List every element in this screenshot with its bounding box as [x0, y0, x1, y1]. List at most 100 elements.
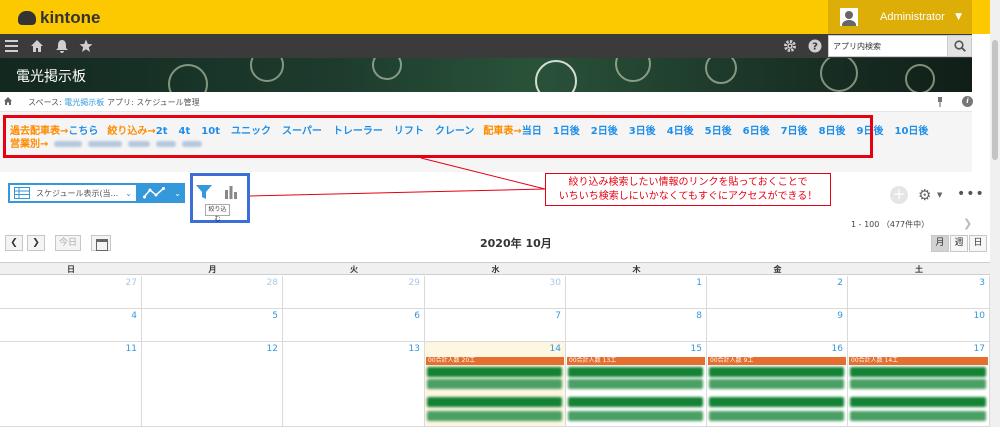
event-item[interactable] — [427, 379, 562, 389]
event-item[interactable] — [850, 397, 986, 407]
kintone-logo[interactable]: kintone — [18, 8, 100, 28]
day-view-button[interactable]: 日 — [969, 235, 987, 252]
home-icon[interactable] — [4, 97, 12, 105]
calendar-day-cell[interactable]: 10 — [848, 309, 990, 342]
calendar-day-cell[interactable]: 2 — [707, 276, 848, 309]
chart-icon[interactable] — [224, 184, 238, 200]
day-number[interactable]: 28 — [267, 278, 278, 288]
app-info-icon[interactable]: i — [962, 96, 973, 107]
day-number[interactable]: 9 — [837, 311, 843, 321]
quick-link[interactable]: 10日後 — [895, 126, 929, 137]
bell-icon[interactable] — [55, 39, 69, 53]
day-number[interactable]: 30 — [550, 278, 561, 288]
day-number[interactable]: 2 — [837, 278, 843, 288]
event-item[interactable] — [568, 379, 703, 389]
event-item[interactable] — [568, 411, 703, 421]
day-number[interactable]: 6 — [414, 311, 420, 321]
calendar-day-cell[interactable]: 1 — [566, 276, 707, 309]
star-icon[interactable] — [79, 39, 93, 53]
calendar-day-cell[interactable]: 7 — [425, 309, 566, 342]
add-record-button[interactable]: + — [890, 186, 908, 204]
event-item[interactable] — [427, 397, 562, 407]
day-number[interactable]: 27 — [126, 278, 137, 288]
gear-icon[interactable]: ⚙ — [918, 186, 931, 204]
day-number[interactable]: 1 — [696, 278, 702, 288]
menu-icon[interactable] — [5, 39, 19, 53]
calendar-day-cell[interactable]: 11 — [0, 342, 142, 427]
graph-menu-button[interactable]: ⌄ — [138, 183, 185, 203]
annotation-callout: 絞り込み検索したい情報のリンクを貼っておくことで いちいち検索しにいかなくてもす… — [545, 173, 831, 206]
day-number[interactable]: 11 — [126, 344, 137, 354]
event-summary[interactable]: 00合計人数 14工 — [849, 357, 988, 365]
month-view-button[interactable]: 月 — [931, 235, 949, 252]
day-number[interactable]: 4 — [131, 311, 137, 321]
event-item[interactable] — [850, 411, 986, 421]
event-summary[interactable]: 00合計人数 13工 — [567, 357, 705, 365]
event-summary[interactable]: 00合計人数 9工 — [708, 357, 846, 365]
day-number[interactable]: 29 — [409, 278, 420, 288]
event-summary[interactable]: 00合計人数 20工 — [426, 357, 564, 365]
weekday-label: 日 — [67, 265, 75, 274]
event-item[interactable] — [568, 367, 703, 377]
day-number[interactable]: 15 — [691, 344, 702, 354]
calendar-day-cell[interactable]: 5 — [142, 309, 283, 342]
event-item[interactable] — [568, 397, 703, 407]
event-item[interactable] — [709, 379, 844, 389]
calendar-day-cell[interactable]: 6 — [283, 309, 425, 342]
more-options-icon[interactable]: ••• — [957, 186, 985, 202]
next-month-button[interactable]: ❯ — [27, 235, 45, 251]
lightbulb-decoration — [535, 60, 577, 92]
day-number[interactable]: 12 — [267, 344, 278, 354]
day-number[interactable]: 7 — [555, 311, 561, 321]
gear-icon[interactable] — [783, 39, 797, 53]
user-avatar-icon — [840, 8, 858, 26]
event-item[interactable] — [850, 367, 986, 377]
event-item[interactable] — [709, 397, 844, 407]
week-view-button[interactable]: 週 — [950, 235, 968, 252]
breadcrumb-app[interactable]: アプリ: スケジュール管理 — [107, 97, 200, 108]
event-item[interactable] — [427, 367, 562, 377]
day-number[interactable]: 8 — [696, 311, 702, 321]
day-number[interactable]: 13 — [409, 344, 420, 354]
calendar-day-cell[interactable]: 3 — [848, 276, 990, 309]
calendar-day-cell[interactable]: 29 — [283, 276, 425, 309]
calendar-day-cell[interactable]: 13 — [283, 342, 425, 427]
calendar-day-cell[interactable]: 4 — [0, 309, 142, 342]
help-icon[interactable]: ? — [808, 39, 822, 53]
scrollbar-thumb[interactable] — [992, 40, 998, 160]
day-number[interactable]: 3 — [979, 278, 985, 288]
event-item[interactable] — [709, 411, 844, 421]
day-number[interactable]: 14 — [550, 344, 561, 354]
home-icon[interactable] — [30, 39, 44, 53]
event-item[interactable] — [709, 367, 844, 377]
calendar-day-cell[interactable]: 9 — [707, 309, 848, 342]
calendar-day-cell[interactable]: 12 — [142, 342, 283, 427]
search-input[interactable] — [829, 36, 947, 56]
search-button[interactable] — [947, 36, 971, 56]
breadcrumb-space[interactable]: スペース: 電光掲示板 — [28, 97, 104, 108]
pin-icon[interactable] — [937, 97, 943, 107]
view-selector[interactable]: スケジュール表示(当... ⌄ — [8, 183, 138, 203]
filter-icon[interactable] — [195, 183, 213, 201]
prev-month-button[interactable]: ❮ — [5, 235, 23, 251]
day-number[interactable]: 17 — [974, 344, 985, 354]
app-search — [828, 35, 972, 57]
today-button[interactable]: 今日 — [55, 235, 81, 251]
event-item[interactable] — [850, 379, 986, 389]
calendar-day-cell[interactable]: 28 — [142, 276, 283, 309]
day-number[interactable]: 16 — [832, 344, 843, 354]
breadcrumb-space-link[interactable]: 電光掲示板 — [64, 98, 104, 107]
day-number[interactable]: 5 — [272, 311, 278, 321]
table-icon — [14, 187, 30, 199]
calendar-day-cell[interactable]: 8 — [566, 309, 707, 342]
chevron-down-icon: ▼ — [955, 12, 962, 22]
event-item[interactable] — [427, 411, 562, 421]
day-number[interactable]: 10 — [974, 311, 985, 321]
lightbulb-decoration — [372, 58, 402, 80]
calendar-day-cell[interactable]: 30 — [425, 276, 566, 309]
graph-icon — [143, 187, 165, 199]
next-page-icon[interactable]: ❯ — [963, 217, 972, 230]
calendar-day-cell[interactable]: 27 — [0, 276, 142, 309]
calendar-icon[interactable] — [91, 235, 111, 251]
user-menu[interactable]: Administrator ▼ — [828, 0, 972, 34]
